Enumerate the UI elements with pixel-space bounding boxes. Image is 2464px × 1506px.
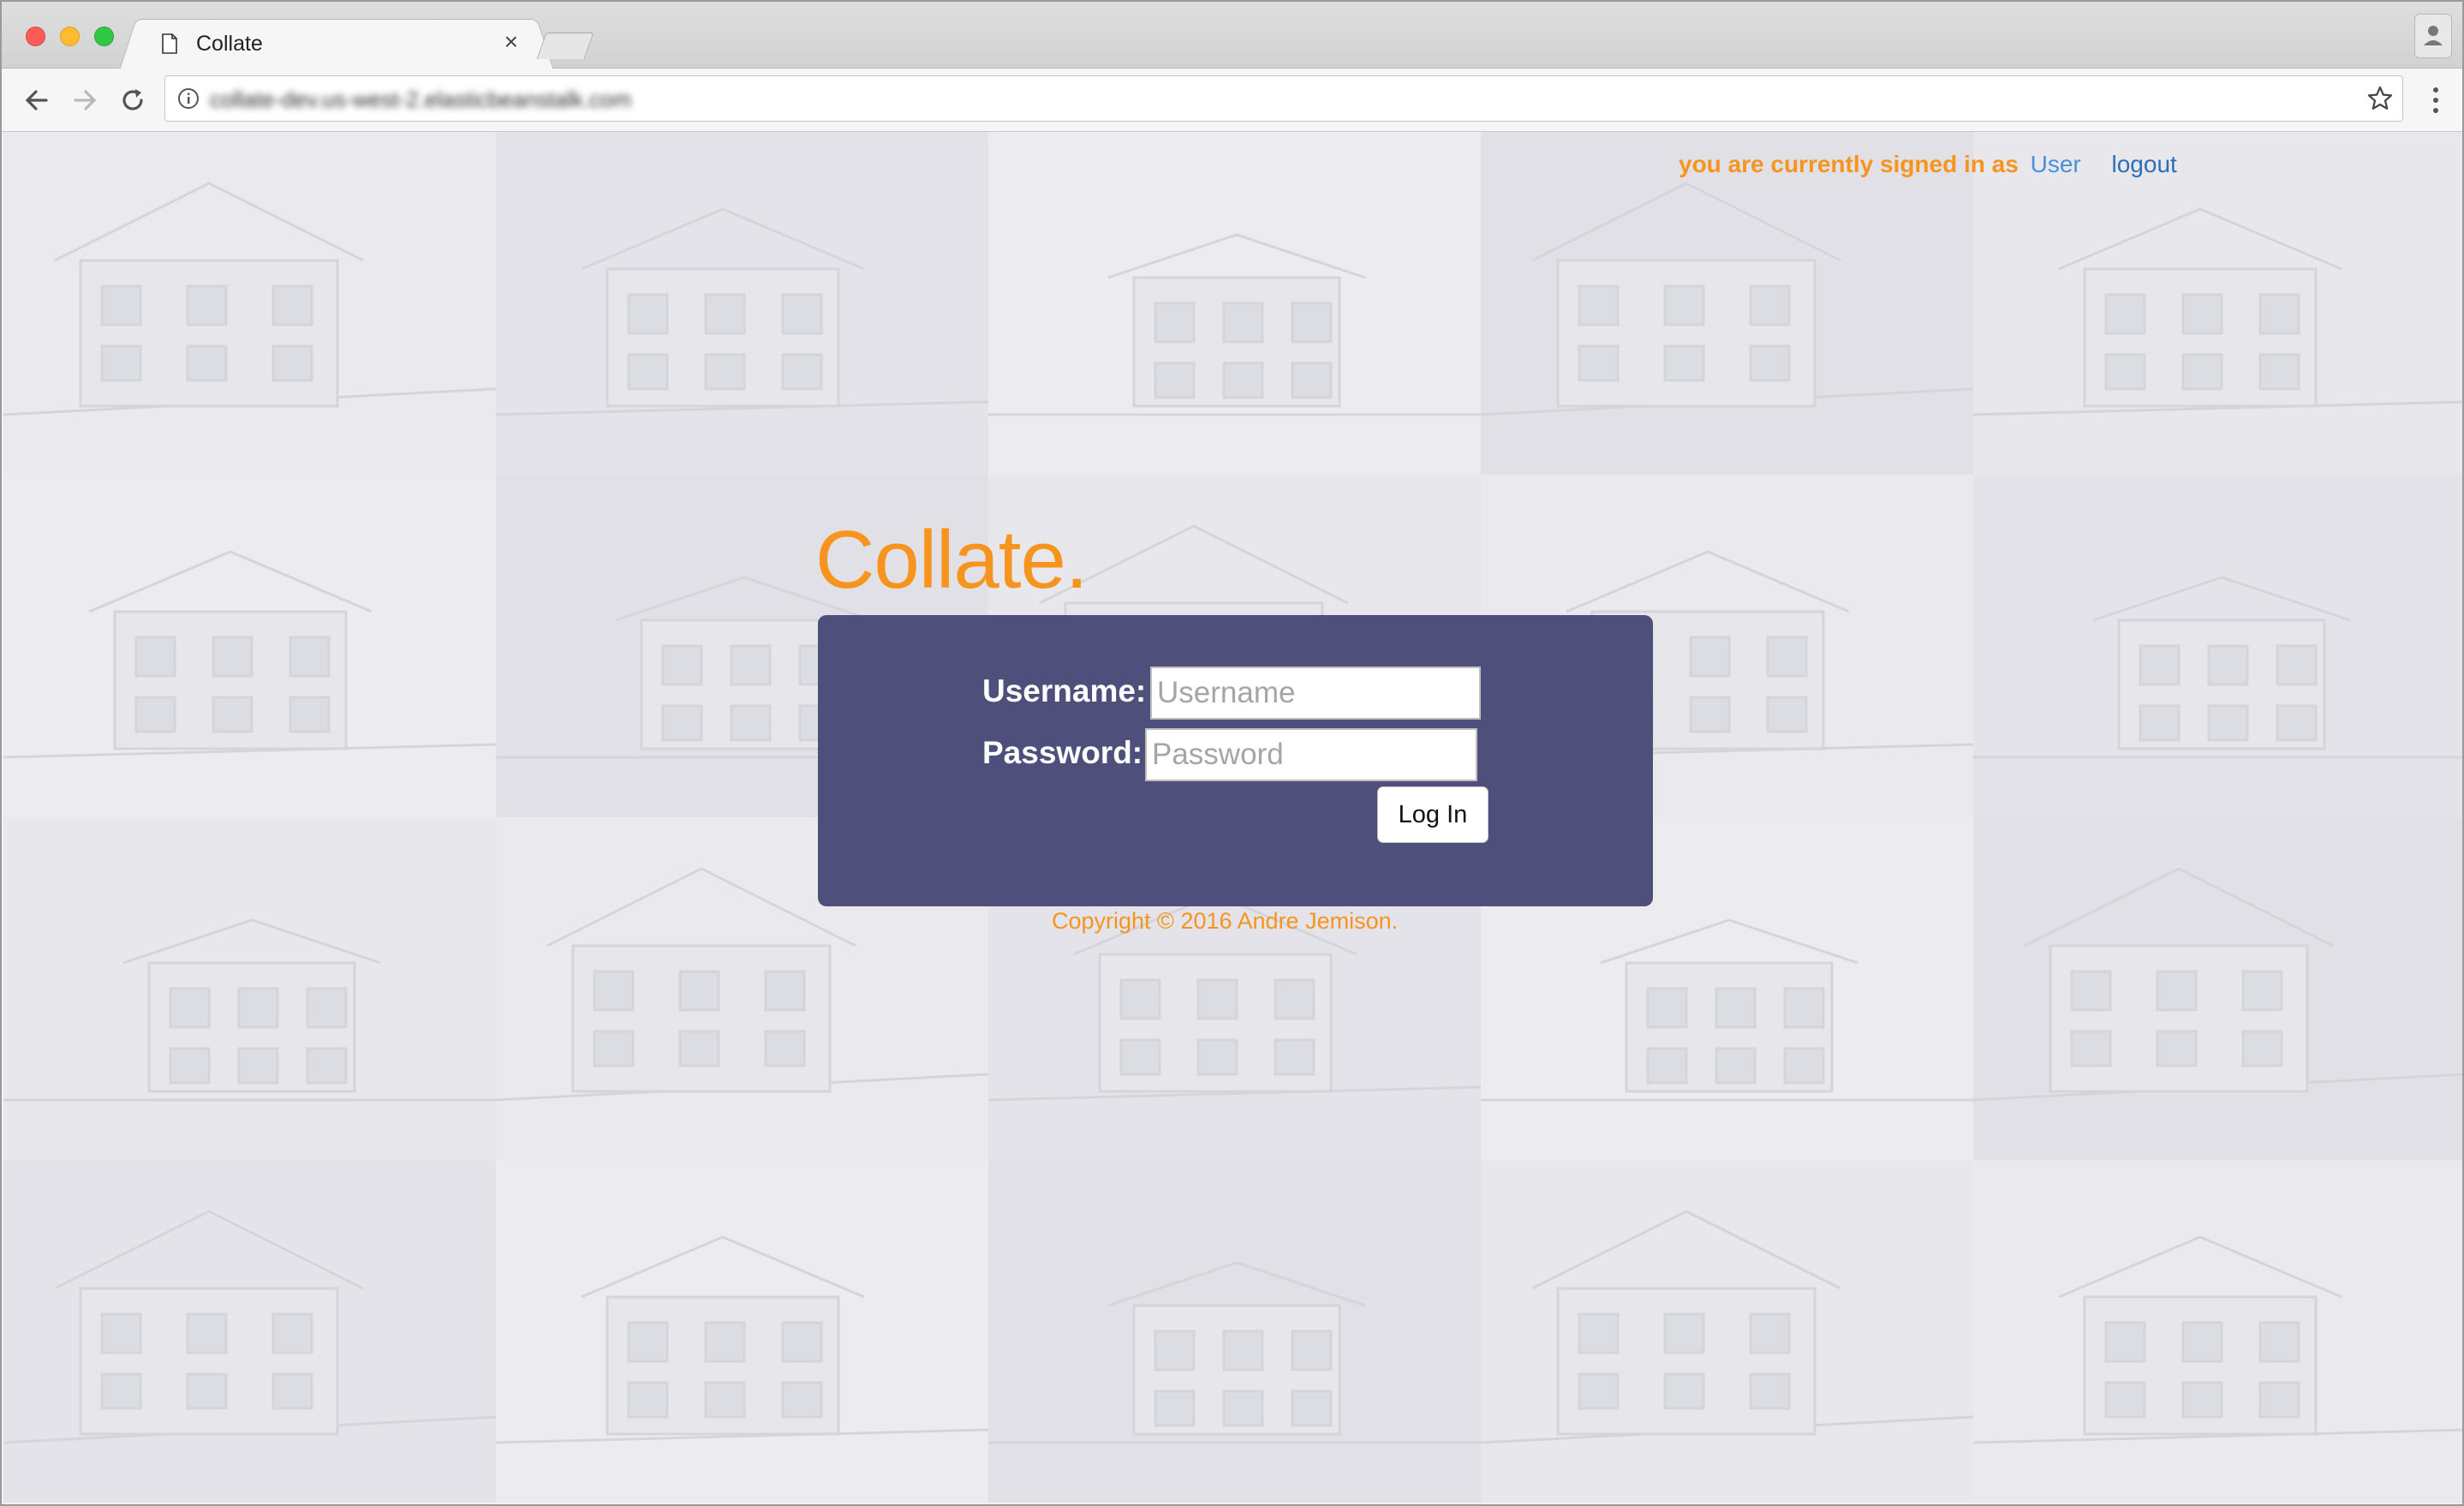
logout-link[interactable]: logout	[2112, 151, 2177, 177]
browser-tab-collate[interactable]: Collate ×	[139, 19, 534, 69]
password-label: Password:	[982, 735, 1143, 770]
house-photo-tile	[3, 475, 496, 817]
signed-in-text: you are currently signed in as	[1679, 151, 2019, 177]
back-arrow-icon[interactable]	[21, 84, 53, 117]
close-tab-icon[interactable]: ×	[504, 28, 518, 55]
address-bar[interactable]: collate-dev.us-west-2.elasticbeanstalk.c…	[164, 75, 2403, 122]
username-label: Username:	[982, 673, 1147, 708]
maximize-window-button[interactable]	[94, 27, 114, 46]
house-photo-tile	[1481, 1160, 1973, 1503]
address-url[interactable]: collate-dev.us-west-2.elasticbeanstalk.c…	[210, 87, 631, 113]
house-photo-tile	[988, 132, 1481, 475]
house-photo-tile	[3, 132, 496, 475]
house-photo-tile	[1973, 475, 2462, 817]
forward-arrow-icon[interactable]	[69, 84, 101, 117]
house-photo-tile	[988, 1160, 1481, 1503]
browser-window: Collate × collate-dev.us-west-2.elasticb…	[0, 0, 2464, 1506]
new-tab-button[interactable]	[536, 33, 594, 59]
profile-button[interactable]	[2414, 14, 2452, 58]
username-input[interactable]	[1150, 666, 1481, 720]
house-photo-tile	[1973, 817, 2462, 1160]
tab-strip: Collate ×	[2, 2, 2462, 69]
signed-in-status: you are currently signed in as User logo…	[1679, 151, 2177, 178]
brand-title: Collate.	[815, 514, 1088, 606]
house-photo-tile	[1973, 1160, 2462, 1503]
tab-title: Collate	[196, 32, 263, 56]
browser-toolbar: collate-dev.us-west-2.elasticbeanstalk.c…	[2, 69, 2462, 132]
house-photo-tile	[1973, 132, 2462, 475]
house-photo-tile	[1481, 132, 1973, 475]
minimize-window-button[interactable]	[60, 27, 80, 46]
copyright-text: Copyright © 2016 Andre Jemison.	[1052, 908, 1399, 934]
house-photo-tile	[496, 1160, 988, 1503]
password-input[interactable]	[1145, 728, 1477, 781]
menu-dots-icon[interactable]	[2431, 86, 2440, 115]
close-window-button[interactable]	[26, 27, 45, 46]
house-photo-tile	[496, 132, 988, 475]
info-icon[interactable]	[177, 87, 200, 110]
reload-icon[interactable]	[116, 84, 149, 117]
user-link[interactable]: User	[2031, 151, 2081, 177]
house-photo-tile	[3, 817, 496, 1160]
log-in-button[interactable]: Log In	[1377, 786, 1489, 843]
page-content: you are currently signed in as User logo…	[2, 132, 2462, 1504]
login-form: Username: Password: Log In	[818, 615, 1653, 906]
house-photo-tile	[3, 1160, 496, 1503]
page-icon	[162, 33, 177, 54]
star-icon[interactable]	[2366, 85, 2394, 112]
person-icon	[2424, 26, 2443, 45]
